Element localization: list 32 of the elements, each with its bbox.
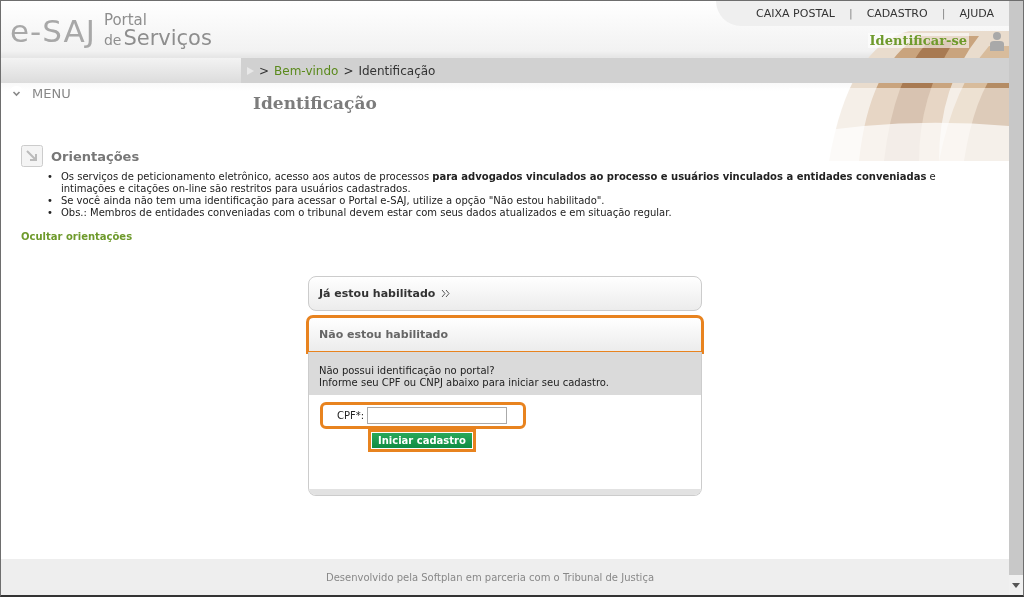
bullet-text: •: [47, 171, 53, 183]
hide-guidance-link[interactable]: Ocultar orientações: [21, 231, 133, 242]
separator-text: |: [941, 7, 946, 20]
top-link[interactable]: CAIXA POSTAL: [756, 7, 835, 20]
breadcrumb-link[interactable]: Bem-vindo: [274, 63, 339, 78]
scroll-down-icon[interactable]: [1012, 582, 1020, 588]
guidance-text: Os serviços de peticionamento eletrônico, acesso aos autos de processos para advogados vinculados ao processo e usuários vinculados a entidades conveniadas e intimações e citações on-line são restritos para usuários cadastrados.: [60, 171, 937, 195]
message-text: Não possui identificação no portal?: [319, 365, 496, 377]
double-chevron-icon: [441, 289, 451, 298]
menu-toggle[interactable]: MENU: [1, 83, 253, 104]
accordion-header[interactable]: Não estou habilitado: [308, 317, 702, 352]
section-title: Orientações: [51, 148, 140, 164]
bullet-text: •: [47, 207, 53, 219]
scrollbar[interactable]: [1009, 1, 1023, 595]
cpf-input[interactable]: [367, 407, 508, 424]
accordion-header[interactable]: Já estou habilitado: [308, 276, 702, 311]
start-registration-button[interactable]: Iniciar cadastro: [371, 432, 473, 449]
message-text: Informe seu CPF ou CNPJ abaixo para iniciar seu cadastro.: [319, 377, 610, 389]
bullet-text: •: [47, 195, 53, 207]
separator-text: |: [848, 7, 853, 20]
field-label: CPF*:: [337, 410, 365, 421]
breadcrumb-separator: >: [343, 63, 354, 78]
breadcrumb-separator: >: [259, 63, 270, 78]
identify-link[interactable]: Identificar-se: [867, 33, 969, 48]
top-link[interactable]: AJUDA: [959, 7, 994, 20]
user-icon: [989, 31, 1005, 51]
page-title: Identificação: [253, 93, 377, 113]
guidance-text: Obs.: Membros de entidades conveniadas com o tribunal devem estar com seus dados atualizados e em situação regular.: [60, 207, 672, 219]
guidance-text: Se você ainda não tem uma identificação para acessar o Portal e-SAJ, utilize a opção "Não estou habilitado".: [60, 195, 605, 207]
top-link[interactable]: CADASTRO: [866, 7, 928, 20]
footer-text: Desenvolvido pela Softplan em parceria com o Tribunal de Justiça: [325, 571, 655, 583]
breadcrumb-current: Identificação: [358, 63, 436, 78]
